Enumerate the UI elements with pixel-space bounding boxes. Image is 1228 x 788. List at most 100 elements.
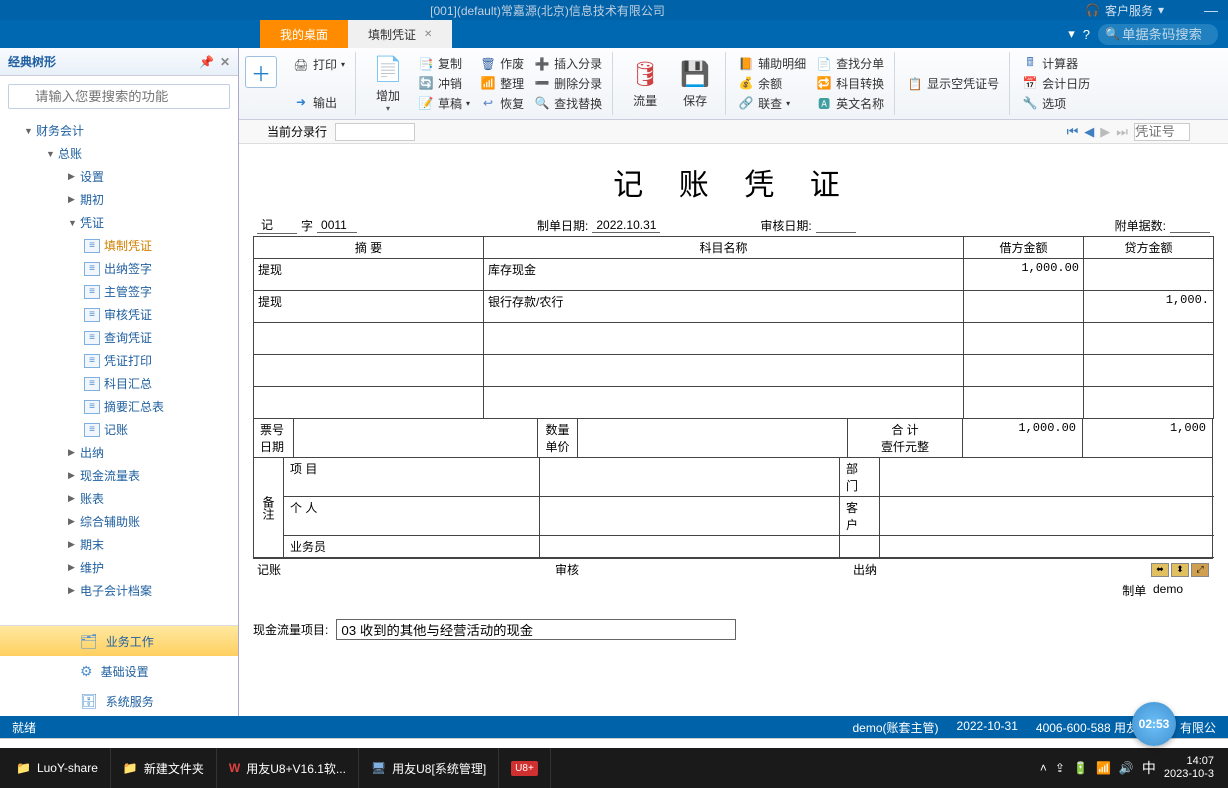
sidebar-title: 经典树形 📌 ✕ <box>0 48 238 76</box>
delete-row-button[interactable]: ➖删除分录 <box>532 74 604 93</box>
taskbar-clock[interactable]: 14:07 2023-10-3 <box>1164 755 1214 781</box>
tidy-button[interactable]: 📶整理 <box>478 74 526 93</box>
print-icon: 🖨 <box>293 57 309 73</box>
pin-icon[interactable]: 📌 <box>199 55 214 69</box>
project-label: 项 目 <box>284 458 540 497</box>
tree-opening[interactable]: 期初 <box>0 188 238 211</box>
service-icon: 🗄 <box>80 693 98 710</box>
find-doc-button[interactable]: 📄查找分单 <box>814 54 886 73</box>
taskbar-item[interactable]: 🖥用友U8[系统管理] <box>359 748 499 788</box>
tree-general-ledger[interactable]: 总账 <box>0 142 238 165</box>
aux-detail-button[interactable]: 📙辅助明细 <box>736 54 808 73</box>
reverse-button[interactable]: 🔄冲销 <box>416 74 472 93</box>
tray-wifi-icon[interactable]: 📶 <box>1096 761 1111 775</box>
folder-icon: 📁 <box>16 761 31 775</box>
taskbar-item[interactable]: 📁新建文件夹 <box>111 748 217 788</box>
expand-icon[interactable]: ⤢ <box>1191 563 1209 577</box>
tree-query-voucher[interactable]: ≡查询凭证 <box>0 326 238 349</box>
sidebar-base-settings[interactable]: ⚙基础设置 <box>0 656 238 686</box>
balance-button[interactable]: 💰余额 <box>736 74 808 93</box>
billno-label: 票号 <box>260 421 287 438</box>
tree-aux-ledger[interactable]: 综合辅助账 <box>0 510 238 533</box>
current-row-input[interactable] <box>335 123 415 141</box>
total-cn: 壹仟元整 <box>854 438 956 455</box>
lang-icon: 🅰 <box>816 95 832 111</box>
eng-name-button[interactable]: 🅰英文名称 <box>814 94 886 113</box>
tree-finance-accounting[interactable]: 财务会计 <box>0 119 238 142</box>
tray-battery-icon[interactable]: 🔋 <box>1073 761 1088 775</box>
reverse-icon: 🔄 <box>418 75 434 91</box>
close-icon[interactable]: ✕ <box>220 55 230 69</box>
tree-account-summary[interactable]: ≡科目汇总 <box>0 372 238 395</box>
tree-maintain[interactable]: 维护 <box>0 556 238 579</box>
table-row[interactable] <box>254 387 1214 419</box>
tree-period-end[interactable]: 期末 <box>0 533 238 556</box>
options-button[interactable]: 🔧选项 <box>1020 94 1092 113</box>
tray-up-icon[interactable]: ˄ <box>1040 761 1047 775</box>
table-row[interactable]: 提现 银行存款/农行 1,000. <box>254 291 1214 323</box>
tree-posting[interactable]: ≡记账 <box>0 418 238 441</box>
close-icon[interactable]: ✕ <box>424 29 432 40</box>
attach-value[interactable] <box>1170 218 1210 233</box>
tree-audit-voucher[interactable]: ≡审核凭证 <box>0 303 238 326</box>
copy-button[interactable]: 📑复制 <box>416 54 472 73</box>
nav-prev-button[interactable]: ◀ <box>1084 124 1094 140</box>
recover-button[interactable]: ↩恢复 <box>478 94 526 113</box>
table-row[interactable] <box>254 323 1214 355</box>
chevron-down-icon[interactable]: ▾ <box>1068 26 1075 42</box>
col-credit: 贷方金额 <box>1084 237 1214 259</box>
customer-service-button[interactable]: 🎧 客户服务 ▾ <box>1085 2 1164 19</box>
table-row[interactable]: 提现 库存现金 1,000.00 <box>254 259 1214 291</box>
tree-cashier[interactable]: 出纳 <box>0 441 238 464</box>
tree-voucher-entry[interactable]: ≡填制凭证 <box>0 234 238 257</box>
draft-button[interactable]: 📝草稿 ▾ <box>416 94 472 113</box>
collapse-icon[interactable]: ⬍ <box>1171 563 1189 577</box>
nav-first-button[interactable]: ⏮ <box>1067 124 1079 140</box>
makedate-value[interactable]: 2022.10.31 <box>592 218 660 233</box>
tray-sound-icon[interactable]: 🔊 <box>1119 761 1134 775</box>
output-button[interactable]: ➜输出 <box>291 93 347 112</box>
tray-usb-icon[interactable]: ⇪ <box>1055 761 1065 775</box>
voucher-table[interactable]: 摘 要 科目名称 借方金额 贷方金额 提现 库存现金 1,000.00 提现 银… <box>253 236 1214 419</box>
tree-e-archive[interactable]: 电子会计档案 <box>0 579 238 602</box>
tree-print-voucher[interactable]: ≡凭证打印 <box>0 349 238 372</box>
relcheck-button[interactable]: 🔗联查 ▾ <box>736 94 808 113</box>
sidebar-search-input[interactable] <box>8 84 230 109</box>
nav-last-button[interactable]: ⏭ <box>1116 124 1128 140</box>
void-button[interactable]: 🗑作废 <box>478 54 526 73</box>
ime-indicator[interactable]: 中 <box>1142 758 1156 778</box>
save-button[interactable]: 💾保存 <box>673 54 717 113</box>
tree-cashier-sign[interactable]: ≡出纳签字 <box>0 257 238 280</box>
print-button[interactable]: 🖨打印 ▾ <box>291 55 347 74</box>
timer-badge[interactable]: 02:53 <box>1132 702 1176 746</box>
calculator-button[interactable]: 🖩计算器 <box>1020 54 1092 73</box>
add-voucher-button[interactable]: 📄 增加▾ <box>366 54 410 113</box>
minimize-button[interactable]: — <box>1204 2 1218 18</box>
tree-voucher-group[interactable]: 凭证 <box>0 211 238 234</box>
find-replace-button[interactable]: 🔍查找替换 <box>532 94 604 113</box>
acct-swap-button[interactable]: 🔁科目转换 <box>814 74 886 93</box>
taskbar-item[interactable]: U8+ <box>499 748 551 788</box>
help-icon[interactable]: ? <box>1083 27 1090 42</box>
voucher-no-input[interactable] <box>1134 123 1190 141</box>
insert-row-button[interactable]: ➕插入分录 <box>532 54 604 73</box>
tree-reports[interactable]: 账表 <box>0 487 238 510</box>
sidebar-system-service[interactable]: 🗄系统服务 <box>0 686 238 716</box>
tree-summary-summary[interactable]: ≡摘要汇总表 <box>0 395 238 418</box>
nav-next-button[interactable]: ▶ <box>1100 124 1110 140</box>
toggle-icon[interactable]: ⬌ <box>1151 563 1169 577</box>
tree-supervisor-sign[interactable]: ≡主管签字 <box>0 280 238 303</box>
flow-button[interactable]: 🛢流量 <box>623 54 667 113</box>
cashflow-input[interactable] <box>336 619 736 640</box>
taskbar-item[interactable]: 📁LuoY-share <box>4 748 111 788</box>
tree-cashflow-sheet[interactable]: 现金流量表 <box>0 464 238 487</box>
tab-voucher-entry[interactable]: 填制凭证 ✕ <box>348 20 452 48</box>
tree-setup[interactable]: 设置 <box>0 165 238 188</box>
taskbar-item[interactable]: W用友U8+V16.1软... <box>217 748 359 788</box>
add-button[interactable]: ＋ <box>245 56 277 88</box>
calendar-button[interactable]: 📅会计日历 <box>1020 74 1092 93</box>
sidebar-biz-work[interactable]: 🗂业务工作 <box>0 626 238 656</box>
tab-my-desktop[interactable]: 我的桌面 <box>260 20 348 48</box>
table-row[interactable] <box>254 355 1214 387</box>
show-empty-button[interactable]: 📋显示空凭证号 <box>905 54 1001 113</box>
